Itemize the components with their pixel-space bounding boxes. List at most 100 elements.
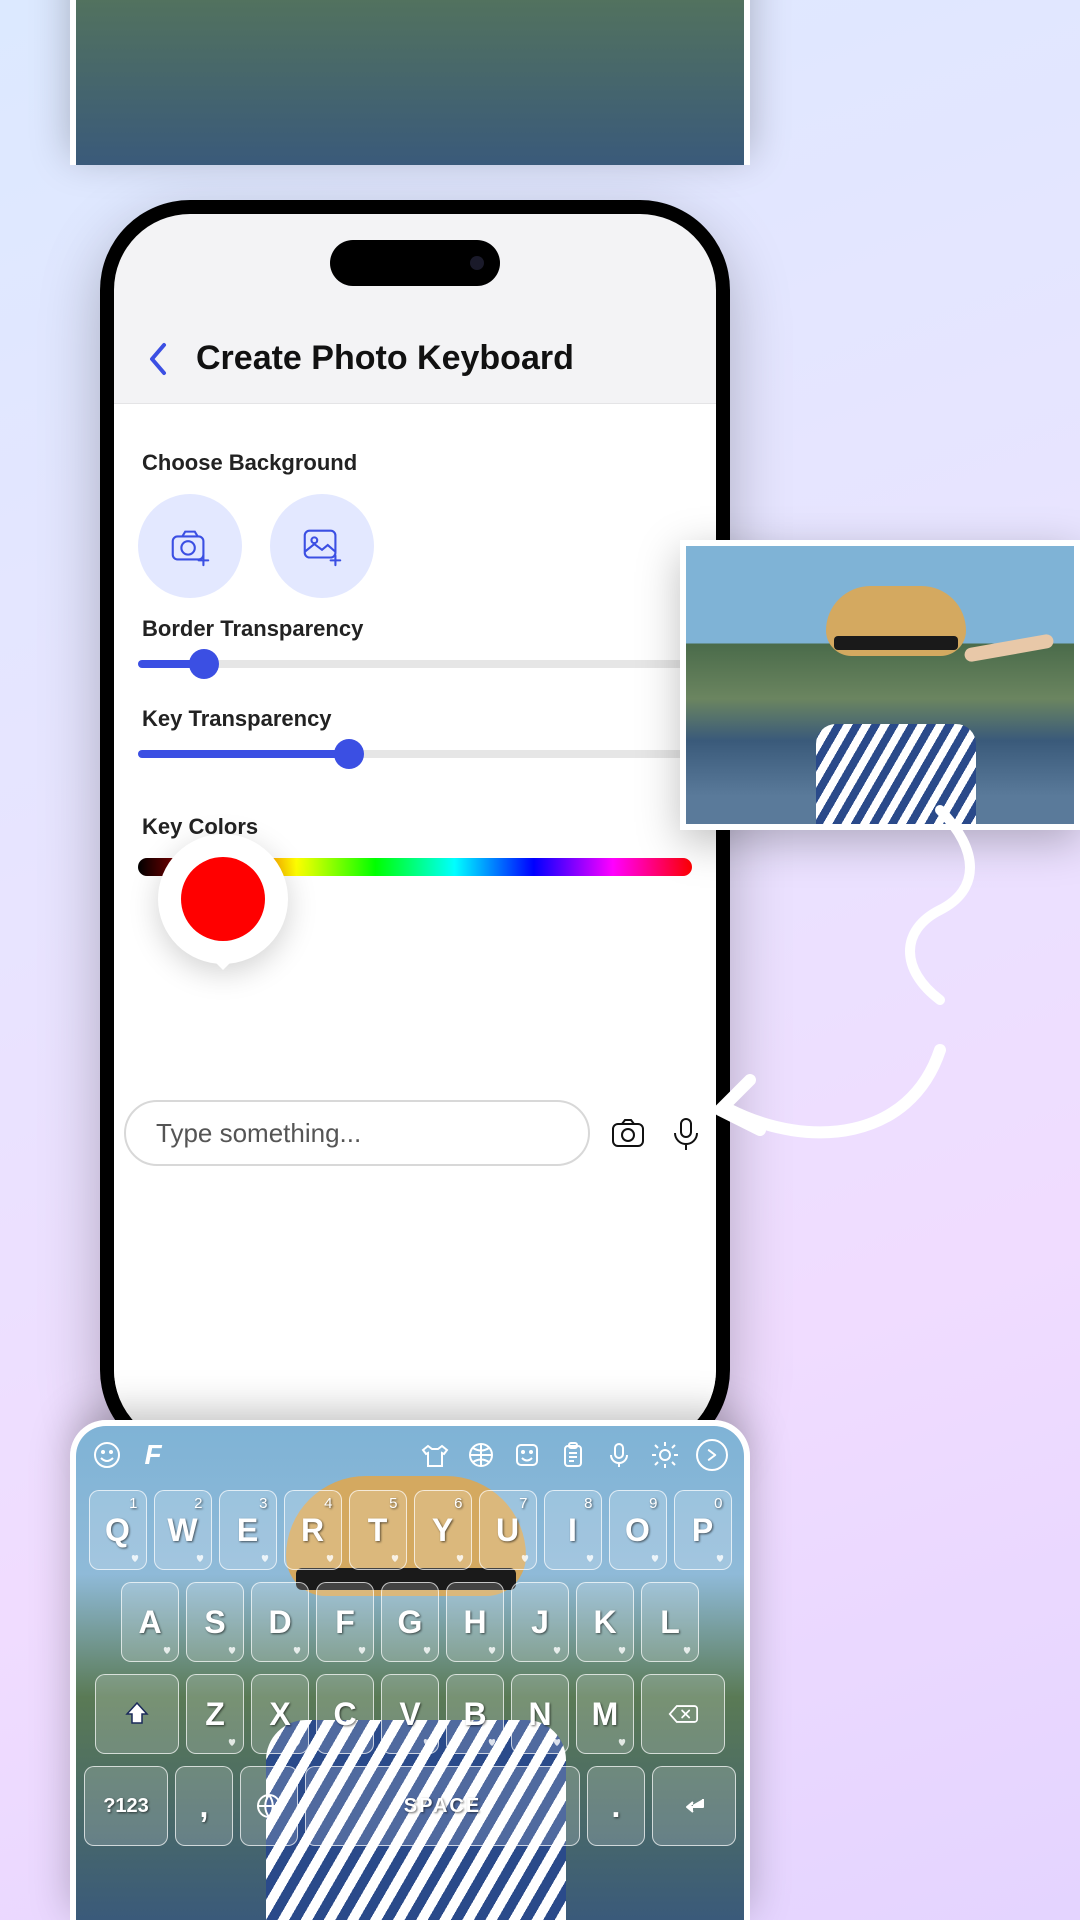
key-v[interactable]: V: [381, 1674, 439, 1754]
key-secondary: 5: [389, 1495, 397, 1512]
key-secondary: 3: [259, 1495, 267, 1512]
clipboard-icon[interactable]: [558, 1440, 588, 1470]
backspace-key[interactable]: [641, 1674, 725, 1754]
key-n[interactable]: N: [511, 1674, 569, 1754]
keyboard-preview: F 1Q2W3E4R5T6Y7U8I9O0P ASDFGHJKL ZXCVBNM…: [70, 1420, 750, 1920]
photo-preview: [680, 540, 1080, 830]
key-label: Q: [105, 1512, 130, 1549]
keyboard-row-4: ?123 , SPACE .: [84, 1766, 736, 1846]
key-f[interactable]: F: [316, 1582, 374, 1662]
key-label: M: [592, 1696, 619, 1733]
border-transparency-slider[interactable]: [138, 660, 692, 668]
space-key-label: SPACE: [404, 1795, 481, 1818]
keyboard-rows: 1Q2W3E4R5T6Y7U8I9O0P ASDFGHJKL ZXCVBNM ?…: [76, 1484, 744, 1846]
numbers-key-label: ?123: [103, 1795, 149, 1818]
keyboard-row-1: 1Q2W3E4R5T6Y7U8I9O0P: [84, 1490, 736, 1570]
smile-icon[interactable]: [92, 1440, 122, 1470]
key-transparency-slider[interactable]: [138, 750, 692, 758]
numbers-key[interactable]: ?123: [84, 1766, 168, 1846]
background-source-row: [138, 494, 692, 598]
keyboard-row-2: AS D FGHJKL: [84, 1582, 736, 1662]
key-x[interactable]: X: [251, 1674, 309, 1754]
shirt-icon[interactable]: [420, 1440, 450, 1470]
key-s[interactable]: S: [186, 1582, 244, 1662]
typing-input-placeholder: Type something...: [156, 1118, 361, 1149]
color-preview-popover: [158, 834, 288, 964]
key-secondary: 4: [324, 1495, 332, 1512]
camera-button[interactable]: [138, 494, 242, 598]
key-q[interactable]: 1Q: [89, 1490, 147, 1570]
enter-key[interactable]: [652, 1766, 736, 1846]
period-key[interactable]: .: [587, 1766, 645, 1846]
key-label: R: [301, 1512, 324, 1549]
key-h[interactable]: H: [446, 1582, 504, 1662]
key-secondary: 0: [714, 1495, 722, 1512]
globe-icon[interactable]: [466, 1440, 496, 1470]
label-key-transparency: Key Transparency: [142, 706, 692, 732]
key-label: D: [268, 1604, 291, 1641]
key-o[interactable]: 9O: [609, 1490, 667, 1570]
key-secondary: 8: [584, 1495, 592, 1512]
mic-icon[interactable]: [604, 1440, 634, 1470]
phone-frame: Create Photo Keyboard Choose Background: [100, 200, 730, 1460]
nav-bar: Create Photo Keyboard: [114, 314, 716, 404]
key-w[interactable]: 2W: [154, 1490, 212, 1570]
key-label: P: [692, 1512, 713, 1549]
key-k[interactable]: K: [576, 1582, 634, 1662]
label-choose-background: Choose Background: [142, 450, 692, 476]
period-key-label: .: [612, 1788, 621, 1825]
key-label: H: [463, 1604, 486, 1641]
fonts-icon[interactable]: F: [138, 1440, 168, 1470]
key-label: V: [399, 1696, 420, 1733]
key-l[interactable]: L: [641, 1582, 699, 1662]
arrow-icon: [690, 1030, 950, 1170]
back-button[interactable]: [138, 339, 178, 379]
gear-icon[interactable]: [650, 1440, 680, 1470]
phone-screen: Create Photo Keyboard Choose Background: [114, 214, 716, 1446]
comma-key[interactable]: ,: [175, 1766, 233, 1846]
key-label: C: [333, 1696, 356, 1733]
keyboard-row-3: ZX C VBN M: [84, 1674, 736, 1754]
content-area: Choose Background: [114, 404, 716, 1446]
key-label: I: [568, 1512, 577, 1549]
key-label: T: [368, 1512, 388, 1549]
key-a[interactable]: A: [121, 1582, 179, 1662]
key-label: F: [335, 1604, 355, 1641]
key-z[interactable]: Z: [186, 1674, 244, 1754]
key-m[interactable]: M: [576, 1674, 634, 1754]
next-icon[interactable]: [696, 1439, 728, 1471]
key-label: S: [204, 1604, 225, 1641]
key-label: W: [167, 1512, 197, 1549]
chevron-left-icon: [146, 341, 170, 377]
key-u[interactable]: 7U: [479, 1490, 537, 1570]
key-e[interactable]: 3E: [219, 1490, 277, 1570]
globe-icon: [254, 1791, 284, 1821]
camera-icon[interactable]: [608, 1113, 648, 1153]
curly-arrow-icon: [870, 800, 1010, 1020]
hero-title: Photo Keyboard: [0, 40, 1080, 165]
sticker-icon[interactable]: [512, 1440, 542, 1470]
shift-key[interactable]: [95, 1674, 179, 1754]
slider-thumb[interactable]: [189, 649, 219, 679]
key-g[interactable]: G: [381, 1582, 439, 1662]
space-key[interactable]: SPACE: [305, 1766, 580, 1846]
gallery-add-icon: [299, 523, 345, 569]
key-t[interactable]: 5T: [349, 1490, 407, 1570]
dynamic-island: [330, 240, 500, 286]
globe-key[interactable]: [240, 1766, 298, 1846]
slider-thumb[interactable]: [334, 739, 364, 769]
key-r[interactable]: 4R: [284, 1490, 342, 1570]
key-b[interactable]: B: [446, 1674, 504, 1754]
key-j[interactable]: J: [511, 1582, 569, 1662]
key-label: N: [528, 1696, 551, 1733]
typing-input[interactable]: Type something...: [124, 1100, 590, 1166]
key-c[interactable]: C: [316, 1674, 374, 1754]
key-p[interactable]: 0P: [674, 1490, 732, 1570]
gallery-button[interactable]: [270, 494, 374, 598]
key-y[interactable]: 6Y: [414, 1490, 472, 1570]
key-d[interactable]: D: [251, 1582, 309, 1662]
key-label: X: [269, 1696, 290, 1733]
key-i[interactable]: 8I: [544, 1490, 602, 1570]
enter-icon: [679, 1791, 709, 1821]
shift-icon: [122, 1699, 152, 1729]
